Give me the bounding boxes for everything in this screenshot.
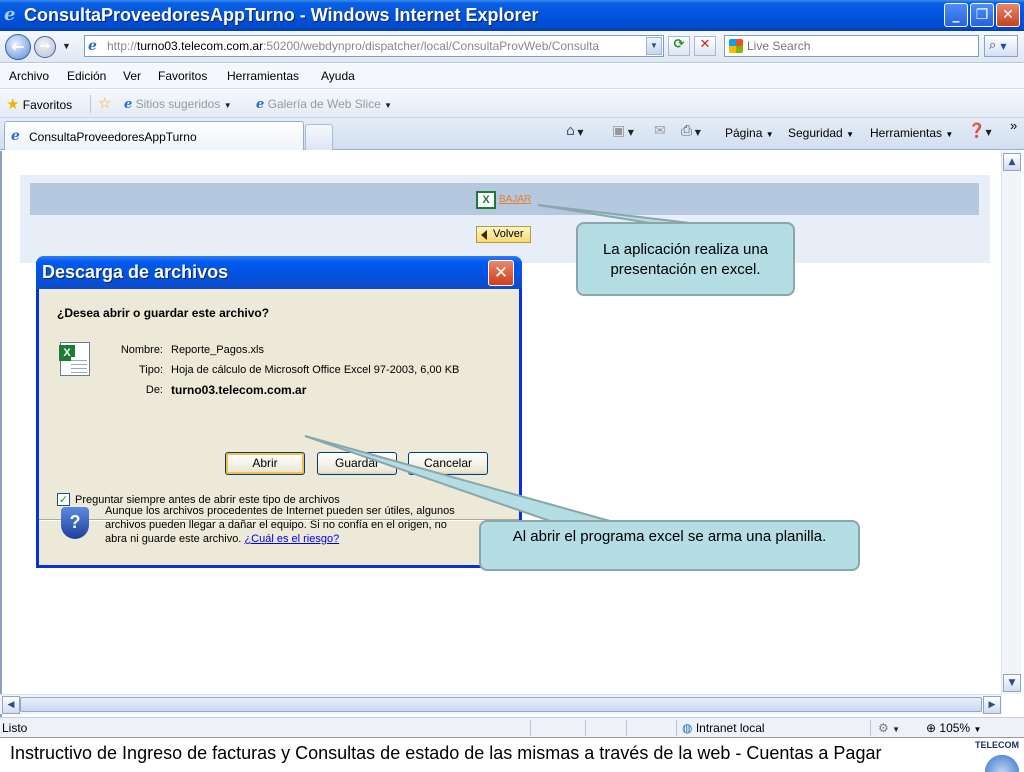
- always-ask-checkbox[interactable]: ✓: [57, 493, 70, 506]
- vertical-scrollbar[interactable]: ▲ ▼: [1001, 151, 1021, 694]
- menu-ayuda[interactable]: Ayuda: [321, 69, 355, 83]
- ie-logo-icon: e: [4, 4, 16, 25]
- callout-excel-sheet: Al abrir el programa excel se arma una p…: [479, 520, 860, 571]
- security-shield-icon: ?: [61, 507, 89, 539]
- refresh-button[interactable]: ⟳: [668, 36, 690, 56]
- window-title: ConsultaProveedoresAppTurno - Windows In…: [24, 5, 539, 25]
- menu-favoritos[interactable]: Favoritos: [158, 69, 207, 83]
- telecom-logo: TELECOM: [975, 740, 1019, 750]
- suggested-sites-button[interactable]: e Sitios sugeridos ▼: [124, 97, 232, 112]
- page-icon: e: [88, 38, 97, 54]
- cancel-button[interactable]: Cancelar: [408, 452, 488, 475]
- dialog-close-button[interactable]: ✕: [488, 260, 514, 286]
- address-url[interactable]: http://turno03.telecom.com.ar:50200/webd…: [107, 39, 647, 53]
- close-window-button[interactable]: ✕: [996, 3, 1020, 27]
- maximize-button[interactable]: ❐: [970, 3, 994, 27]
- footer-text: Instructivo de Ingreso de facturas y Con…: [10, 743, 882, 763]
- home-icon[interactable]: ⌂ ▼: [566, 123, 584, 139]
- globe-icon: ◍: [682, 721, 693, 735]
- download-dialog: Descarga de archivos ✕ ¿Desea abrir o gu…: [36, 256, 522, 568]
- chevron-more-icon[interactable]: »: [1010, 118, 1017, 133]
- page-menu[interactable]: Página ▼: [725, 126, 774, 140]
- status-bar: Listo ◍ Intranet local ⚙ ▼ ⊕ 105% ▼: [0, 717, 1024, 737]
- back-button[interactable]: ←: [5, 34, 31, 60]
- risk-link[interactable]: ¿Cuál es el riesgo?: [244, 533, 339, 545]
- dialog-question: ¿Desea abrir o guardar este archivo?: [57, 306, 270, 320]
- windows-flag-icon: [729, 39, 743, 53]
- help-icon[interactable]: ❓▼: [968, 123, 992, 139]
- print-icon[interactable]: ⎙ ▼: [681, 123, 701, 139]
- menu-bar: Archivo Edición Ver Favoritos Herramient…: [0, 64, 1024, 89]
- excel-file-icon: X: [59, 342, 90, 376]
- search-button[interactable]: ⌕ ▼: [984, 35, 1018, 57]
- excel-icon[interactable]: X: [476, 191, 496, 209]
- search-box[interactable]: [724, 35, 979, 57]
- security-zone[interactable]: ◍ Intranet local: [682, 721, 765, 735]
- menu-herramientas[interactable]: Herramientas: [227, 69, 299, 83]
- security-menu[interactable]: Seguridad ▼: [788, 126, 854, 140]
- mail-icon[interactable]: ✉: [654, 123, 666, 139]
- scroll-down-icon[interactable]: ▼: [1003, 674, 1021, 692]
- menu-edicion[interactable]: Edición: [67, 69, 106, 83]
- file-name: Reporte_Pagos.xls: [171, 344, 264, 356]
- stop-button[interactable]: ✕: [694, 36, 716, 56]
- security-warning: Aunque los archivos procedentes de Inter…: [105, 505, 455, 545]
- tab-row: e ConsultaProveedoresAppTurno ⌂ ▼ ▣ ▼ ✉ …: [0, 118, 1024, 150]
- type-label: Tipo:: [138, 364, 163, 376]
- save-button[interactable]: Guardar: [317, 452, 397, 475]
- file-source: turno03.telecom.com.ar: [171, 383, 307, 397]
- back-arrow-icon: [481, 230, 487, 240]
- favorites-bar: ★ Favoritos ☆ e Sitios sugeridos ▼ e Gal…: [0, 90, 1024, 118]
- address-bar[interactable]: e http://turno03.telecom.com.ar:50200/we…: [84, 35, 664, 57]
- dialog-body: ¿Desea abrir o guardar este archivo? X N…: [39, 289, 519, 565]
- address-toolbar: ← → ▼ e http://turno03.telecom.com.ar:50…: [0, 31, 1024, 63]
- protected-mode-icon[interactable]: ⚙ ▼: [878, 721, 900, 735]
- file-type: Hoja de cálculo de Microsoft Office Exce…: [171, 364, 460, 376]
- scroll-up-icon[interactable]: ▲: [1003, 153, 1021, 171]
- open-button[interactable]: Abrir: [225, 452, 305, 475]
- toolbar-separator: [90, 95, 91, 113]
- horizontal-scrollbar[interactable]: ◀ ▶: [0, 694, 1002, 714]
- scroll-right-icon[interactable]: ▶: [983, 696, 1001, 714]
- from-label: De:: [145, 384, 163, 396]
- page-icon: e: [11, 128, 20, 144]
- new-tab-button[interactable]: [305, 124, 333, 150]
- zoom-icon: ⊕: [926, 721, 937, 735]
- history-dropdown-icon[interactable]: ▼: [62, 41, 71, 51]
- web-slice-gallery-button[interactable]: e Galería de Web Slice ▼: [256, 97, 392, 112]
- tab-consulta-proveedores[interactable]: e ConsultaProveedoresAppTurno: [4, 121, 304, 150]
- telecom-logo-graphic: [982, 752, 1022, 772]
- menu-archivo[interactable]: Archivo: [9, 69, 49, 83]
- address-dropdown-icon[interactable]: ▼: [646, 37, 662, 55]
- star-icon: ★: [6, 95, 20, 113]
- volver-button[interactable]: Volver: [476, 226, 531, 243]
- dialog-title: Descarga de archivos: [42, 262, 229, 282]
- window-title-bar[interactable]: e ConsultaProveedoresAppTurno - Windows …: [0, 0, 1024, 31]
- dialog-title-bar[interactable]: Descarga de archivos ✕: [36, 256, 522, 289]
- forward-button[interactable]: →: [34, 36, 56, 58]
- search-input[interactable]: [747, 38, 967, 54]
- feeds-icon[interactable]: ▣ ▼: [612, 123, 634, 139]
- scrollbar-thumb[interactable]: [20, 697, 982, 712]
- callout-excel-presentation: La aplicación realiza una presentación e…: [576, 222, 795, 296]
- minimize-button[interactable]: _: [944, 3, 968, 27]
- tools-menu[interactable]: Herramientas ▼: [870, 126, 953, 140]
- add-favorite-icon[interactable]: ☆: [98, 94, 111, 112]
- status-text: Listo: [2, 721, 28, 735]
- menu-ver[interactable]: Ver: [123, 69, 141, 83]
- slide-footer: Instructivo de Ingreso de facturas y Con…: [0, 737, 1024, 772]
- favorites-button[interactable]: ★ Favoritos: [6, 95, 72, 113]
- scroll-left-icon[interactable]: ◀: [2, 696, 20, 714]
- name-label: Nombre:: [120, 344, 163, 356]
- bajar-link[interactable]: BAJAR: [499, 194, 531, 205]
- zoom-control[interactable]: ⊕ 105% ▼: [926, 721, 981, 735]
